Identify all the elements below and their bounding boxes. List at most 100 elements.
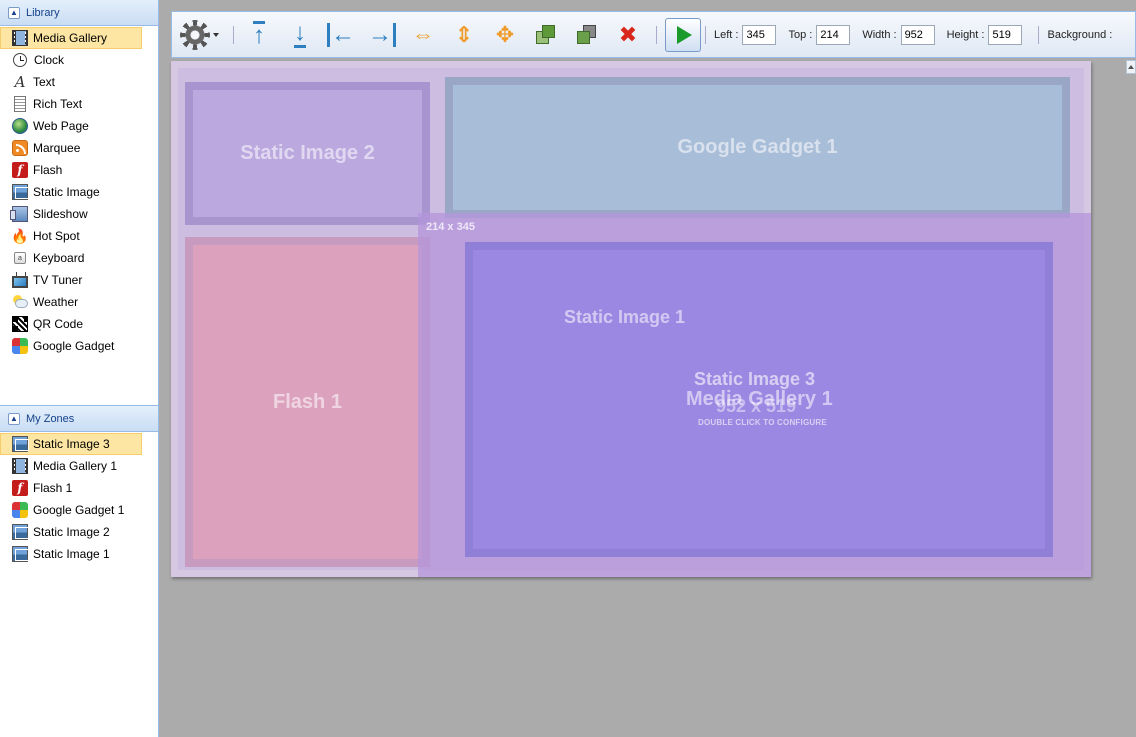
library-item-label: Media Gallery [33,31,108,45]
chevron-down-icon [213,32,219,37]
library-item-tv-tuner[interactable]: TV Tuner [0,269,142,291]
text-icon: A [14,73,26,91]
library-item-web-page[interactable]: Web Page [0,115,142,137]
settings-menu-button[interactable] [180,19,219,50]
keyboard-icon: a [14,252,26,264]
top-label: Top : [788,28,813,41]
delete-zone-button[interactable]: ✖ [611,19,645,51]
zone-label-static-image-1: Static Image 1 [564,307,686,327]
library-item-marquee[interactable]: Marquee [0,137,142,159]
library-item-weather[interactable]: Weather [0,291,142,313]
library-item-label: Static Image [33,185,100,199]
library-item-media-gallery[interactable]: Media Gallery [0,27,142,49]
preview-button[interactable] [665,17,701,52]
zone-item-label: Media Gallery 1 [33,459,118,473]
library-item-label: Google Gadget [33,339,115,353]
toolbar-separator [1038,25,1040,44]
stretch-both-button[interactable]: ✥ [488,19,522,51]
zone-item-label: Static Image 1 [33,547,110,561]
zone-item-static-image-3[interactable]: Static Image 3 [0,433,142,455]
zone-label-media-gallery-1: Media Gallery 1 [686,388,833,410]
stretch-vertical-icon: ⇕ [454,21,474,47]
library-item-flash[interactable]: f Flash [0,159,142,181]
width-label: Width : [862,28,897,41]
height-label: Height : [946,28,985,41]
film-icon [12,30,28,46]
zone-item-label: Static Image 2 [33,525,110,539]
send-to-back-button[interactable] [570,19,604,51]
library-item-label: Web Page [33,119,89,133]
zone-item-google-gadget-1[interactable]: Google Gadget 1 [0,499,142,521]
background-label: Background : [1047,28,1113,41]
library-item-keyboard[interactable]: a Keyboard [0,247,142,269]
library-title: Library [26,6,60,19]
height-input[interactable] [988,24,1023,45]
library-item-label: TV Tuner [33,273,83,287]
library-list: Media Gallery Clock A Text Rich Text Web … [0,26,158,357]
align-bottom-button[interactable]: ↓ [283,19,317,51]
collapse-icon[interactable]: ▲ [8,6,20,19]
library-item-slideshow[interactable]: Slideshow [0,203,142,225]
library-item-rich-text[interactable]: Rich Text [0,93,142,115]
my-zones-list: Static Image 3 Media Gallery 1 f Flash 1 … [0,432,158,565]
scroll-up-button[interactable] [1126,60,1136,74]
stretch-vertical-button[interactable]: ⇕ [447,19,481,51]
zone-static-image-2[interactable]: Static Image 2 [185,82,430,225]
bring-to-front-button[interactable] [529,19,563,51]
flash-icon: f [12,480,28,496]
toolbar-separator [705,25,706,44]
my-zones-panel-header[interactable]: ▲ My Zones [0,406,158,432]
my-zones-title: My Zones [26,412,75,425]
library-item-text[interactable]: A Text [0,71,142,93]
zone-google-gadget-1[interactable]: Google Gadget 1 [445,77,1070,218]
toolbar-separator [656,25,657,44]
image-icon [12,524,29,540]
image-icon [12,546,29,562]
image-icon [12,184,29,200]
rich-text-icon [14,96,26,112]
move-icon: ✥ [495,21,515,47]
stretch-horizontal-button[interactable]: ⇔ [406,19,440,51]
zone-item-label: Flash 1 [33,481,73,495]
toolbar-separator [233,25,234,44]
align-right-button[interactable]: → [365,19,399,51]
zone-item-static-image-1[interactable]: Static Image 1 [0,543,142,565]
zone-item-static-image-2[interactable]: Static Image 2 [0,521,142,543]
library-item-label: Text [33,75,56,89]
clock-icon [13,53,27,67]
flash-icon: f [12,162,28,178]
bring-to-front-icon [536,24,556,45]
library-item-label: Hot Spot [33,229,80,243]
library-item-label: QR Code [33,317,84,331]
editor-toolbar: ↑ ↓ ← → ⇔ ⇕ ✥ ✖ Left : Top : Width : Hei… [171,11,1136,58]
configure-hint: DOUBLE CLICK TO CONFIGURE [698,418,827,427]
library-item-google-gadget[interactable]: Google Gadget [0,335,142,357]
zone-label: Flash 1 [273,390,342,413]
top-input[interactable] [816,24,851,45]
align-top-icon: ↑ [253,21,265,49]
align-top-button[interactable]: ↑ [242,19,276,51]
align-left-button[interactable]: ← [324,19,358,51]
library-item-label: Keyboard [33,251,85,265]
library-item-label: Clock [34,53,65,67]
left-label: Left : [714,28,739,41]
layout-canvas[interactable]: Static Image 2 Google Gadget 1 Flash 1 2… [171,61,1091,577]
library-item-static-image[interactable]: Static Image [0,181,142,203]
zone-label: Static Image 2 [240,142,375,164]
zone-flash-1[interactable]: Flash 1 [185,237,430,567]
my-zones-panel: ▲ My Zones Static Image 3 Media Gallery … [0,405,159,737]
width-input[interactable] [900,24,935,45]
align-bottom-icon: ↓ [294,19,306,48]
google-gadget-icon [12,502,28,518]
zone-item-media-gallery-1[interactable]: Media Gallery 1 [0,455,142,477]
left-input[interactable] [742,24,777,45]
library-item-hot-spot[interactable]: 🔥 Hot Spot [0,225,142,247]
library-item-label: Rich Text [33,97,83,111]
zone-item-flash-1[interactable]: f Flash 1 [0,477,142,499]
library-item-label: Marquee [33,141,81,155]
library-item-clock[interactable]: Clock [0,49,142,71]
tv-icon [12,275,28,288]
library-panel-header[interactable]: ▲ Library [0,0,158,26]
collapse-icon[interactable]: ▲ [8,412,20,425]
library-item-qr-code[interactable]: QR Code [0,313,142,335]
